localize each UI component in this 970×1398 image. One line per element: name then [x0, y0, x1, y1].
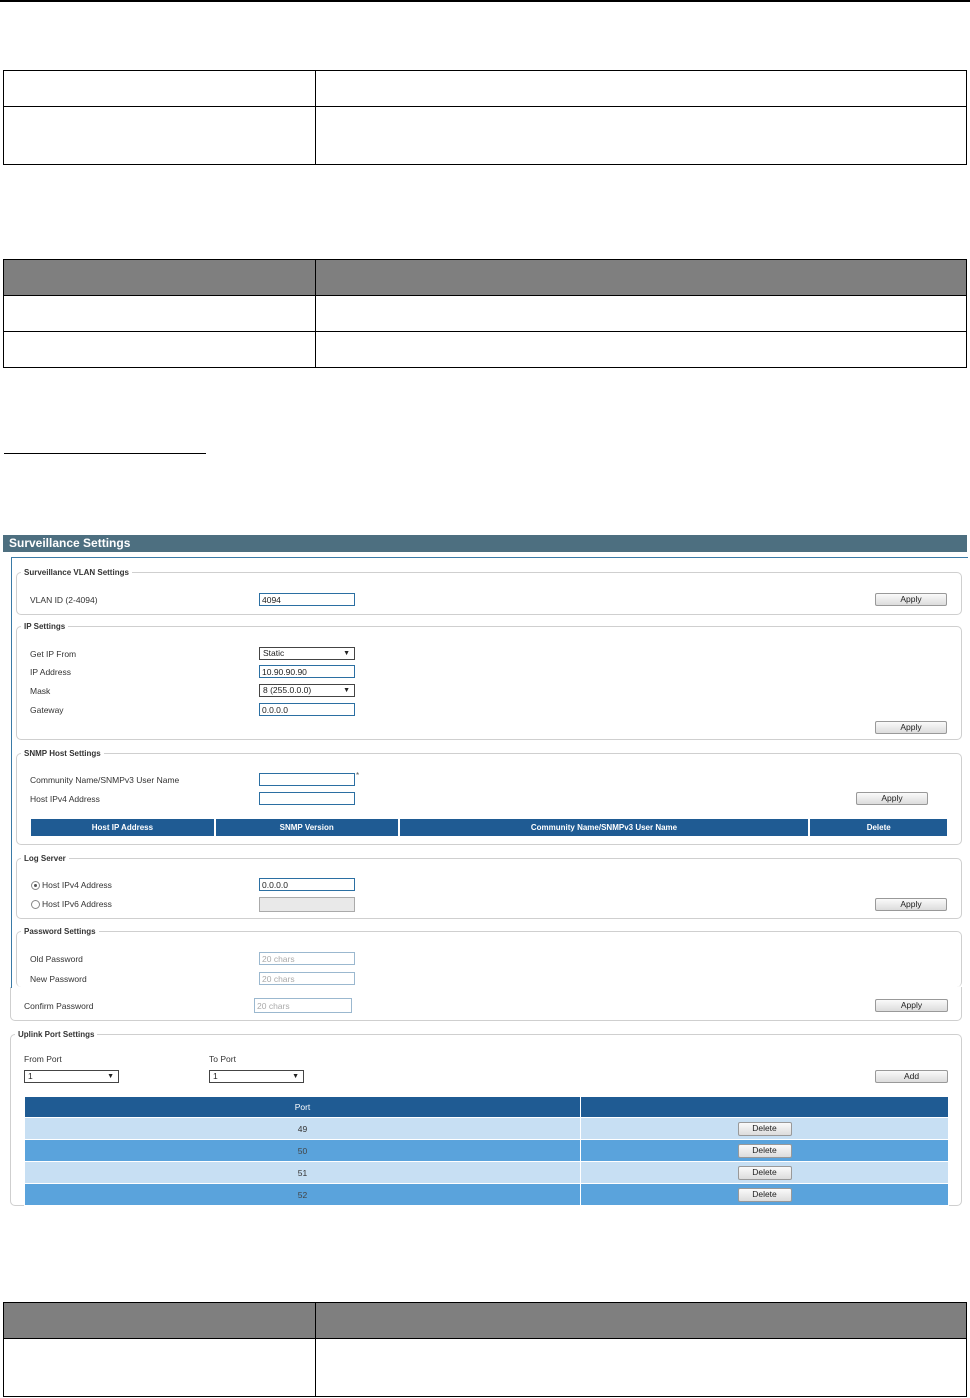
- mask-label: Mask: [30, 686, 51, 696]
- action-cell: Delete: [580, 1139, 949, 1162]
- doc-table-1: [3, 70, 967, 165]
- from-port-select[interactable]: 1 ▼: [24, 1070, 119, 1083]
- log-ipv4-input[interactable]: 0.0.0.0: [259, 878, 355, 891]
- top-rule: [0, 0, 970, 2]
- action-column-header: [580, 1096, 949, 1118]
- log-apply-button[interactable]: Apply: [875, 898, 947, 911]
- uplink-port-table: Port 49 Delete 50 Delete 51 Delete 52 De…: [24, 1096, 949, 1206]
- table-row: 51 Delete: [24, 1161, 949, 1184]
- snmp-apply-button[interactable]: Apply: [856, 792, 928, 805]
- log-ipv6-input[interactable]: [259, 897, 355, 912]
- to-port-select[interactable]: 1 ▼: [209, 1070, 304, 1083]
- vlan-settings-group: Surveillance VLAN Settings: [16, 568, 962, 615]
- confirm-password-group: [10, 987, 962, 1021]
- to-port-value: 1: [213, 1071, 218, 1081]
- table-row: 50 Delete: [24, 1139, 949, 1162]
- new-password-input[interactable]: 20 chars: [259, 972, 355, 985]
- doc-table-2: [3, 259, 967, 368]
- snmp-host-legend: SNMP Host Settings: [24, 749, 101, 758]
- ip-address-input[interactable]: 10.90.90.90: [259, 665, 355, 678]
- panel-title: Surveillance Settings: [3, 535, 967, 552]
- gateway-input[interactable]: 0.0.0.0: [259, 703, 355, 716]
- community-name-input[interactable]: [259, 773, 355, 786]
- ip-settings-legend: IP Settings: [24, 622, 66, 631]
- uplink-port-legend: Uplink Port Settings: [18, 1030, 95, 1039]
- password-settings-legend: Password Settings: [24, 927, 96, 936]
- port-cell: 49: [24, 1117, 581, 1140]
- old-password-input[interactable]: 20 chars: [259, 952, 355, 965]
- new-password-label: New Password: [30, 974, 87, 984]
- delete-button[interactable]: Delete: [737, 1165, 792, 1180]
- ip-settings-group: IP Settings: [16, 622, 962, 740]
- chevron-down-icon: ▼: [343, 650, 350, 657]
- get-ip-label: Get IP From: [30, 649, 77, 659]
- port-column-header: Port: [24, 1096, 581, 1118]
- action-cell: Delete: [580, 1161, 949, 1184]
- vlan-apply-button[interactable]: Apply: [875, 593, 947, 606]
- table-row: 49 Delete: [24, 1117, 949, 1140]
- ip-address-label: IP Address: [30, 667, 71, 677]
- delete-button[interactable]: Delete: [737, 1187, 792, 1202]
- password-apply-button[interactable]: Apply: [875, 999, 948, 1012]
- gateway-label: Gateway: [30, 705, 64, 715]
- chevron-down-icon: ▼: [107, 1073, 114, 1080]
- old-password-label: Old Password: [30, 954, 83, 964]
- from-port-value: 1: [28, 1071, 33, 1081]
- column-header: Community Name/SNMPv3 User Name: [399, 819, 809, 836]
- to-port-label: To Port: [209, 1054, 236, 1064]
- mask-value: 8 (255.0.0.0): [263, 685, 312, 695]
- action-cell: Delete: [580, 1183, 949, 1206]
- column-header: SNMP Version: [215, 819, 398, 836]
- ip-apply-button[interactable]: Apply: [875, 721, 947, 734]
- host-ipv4-input[interactable]: [259, 792, 355, 805]
- column-header: Host IP Address: [31, 819, 214, 836]
- confirm-password-input[interactable]: 20 chars: [254, 998, 352, 1013]
- chevron-down-icon: ▼: [292, 1073, 299, 1080]
- log-server-legend: Log Server: [24, 854, 66, 863]
- table-row: 52 Delete: [24, 1183, 949, 1206]
- from-port-label: From Port: [24, 1054, 62, 1064]
- port-cell: 51: [24, 1161, 581, 1184]
- vlan-id-input[interactable]: 4094: [259, 593, 355, 606]
- snmp-host-table: Host IP Address SNMP Version Community N…: [29, 817, 949, 838]
- log-server-group: Log Server: [16, 854, 962, 919]
- action-cell: Delete: [580, 1117, 949, 1140]
- ipv6-radio[interactable]: [31, 900, 40, 909]
- ipv4-radio[interactable]: [31, 881, 40, 890]
- delete-button[interactable]: Delete: [737, 1143, 792, 1158]
- confirm-password-label: Confirm Password: [24, 1001, 94, 1011]
- chevron-down-icon: ▼: [343, 687, 350, 694]
- get-ip-select[interactable]: Static ▼: [259, 647, 355, 660]
- doc-table-3: [3, 1302, 967, 1397]
- port-cell: 52: [24, 1183, 581, 1206]
- add-port-button[interactable]: Add: [875, 1070, 948, 1083]
- port-cell: 50: [24, 1139, 581, 1162]
- community-name-label: Community Name/SNMPv3 User Name: [30, 775, 180, 785]
- mask-select[interactable]: 8 (255.0.0.0) ▼: [259, 684, 355, 697]
- log-ipv4-label: Host IPv4 Address: [42, 880, 112, 890]
- section-heading-underline: [4, 453, 206, 454]
- host-ipv4-label: Host IPv4 Address: [30, 794, 100, 804]
- surveillance-settings-panel: Surveillance Settings Surveillance VLAN …: [3, 535, 968, 1207]
- required-mark: *: [356, 771, 360, 780]
- vlan-id-label: VLAN ID (2-4094): [30, 595, 98, 605]
- get-ip-value: Static: [263, 648, 285, 658]
- vlan-settings-legend: Surveillance VLAN Settings: [24, 568, 129, 577]
- delete-button[interactable]: Delete: [737, 1121, 792, 1136]
- column-header: Delete: [810, 819, 947, 836]
- log-ipv6-label: Host IPv6 Address: [42, 899, 112, 909]
- password-settings-group: Password Settings: [16, 927, 962, 987]
